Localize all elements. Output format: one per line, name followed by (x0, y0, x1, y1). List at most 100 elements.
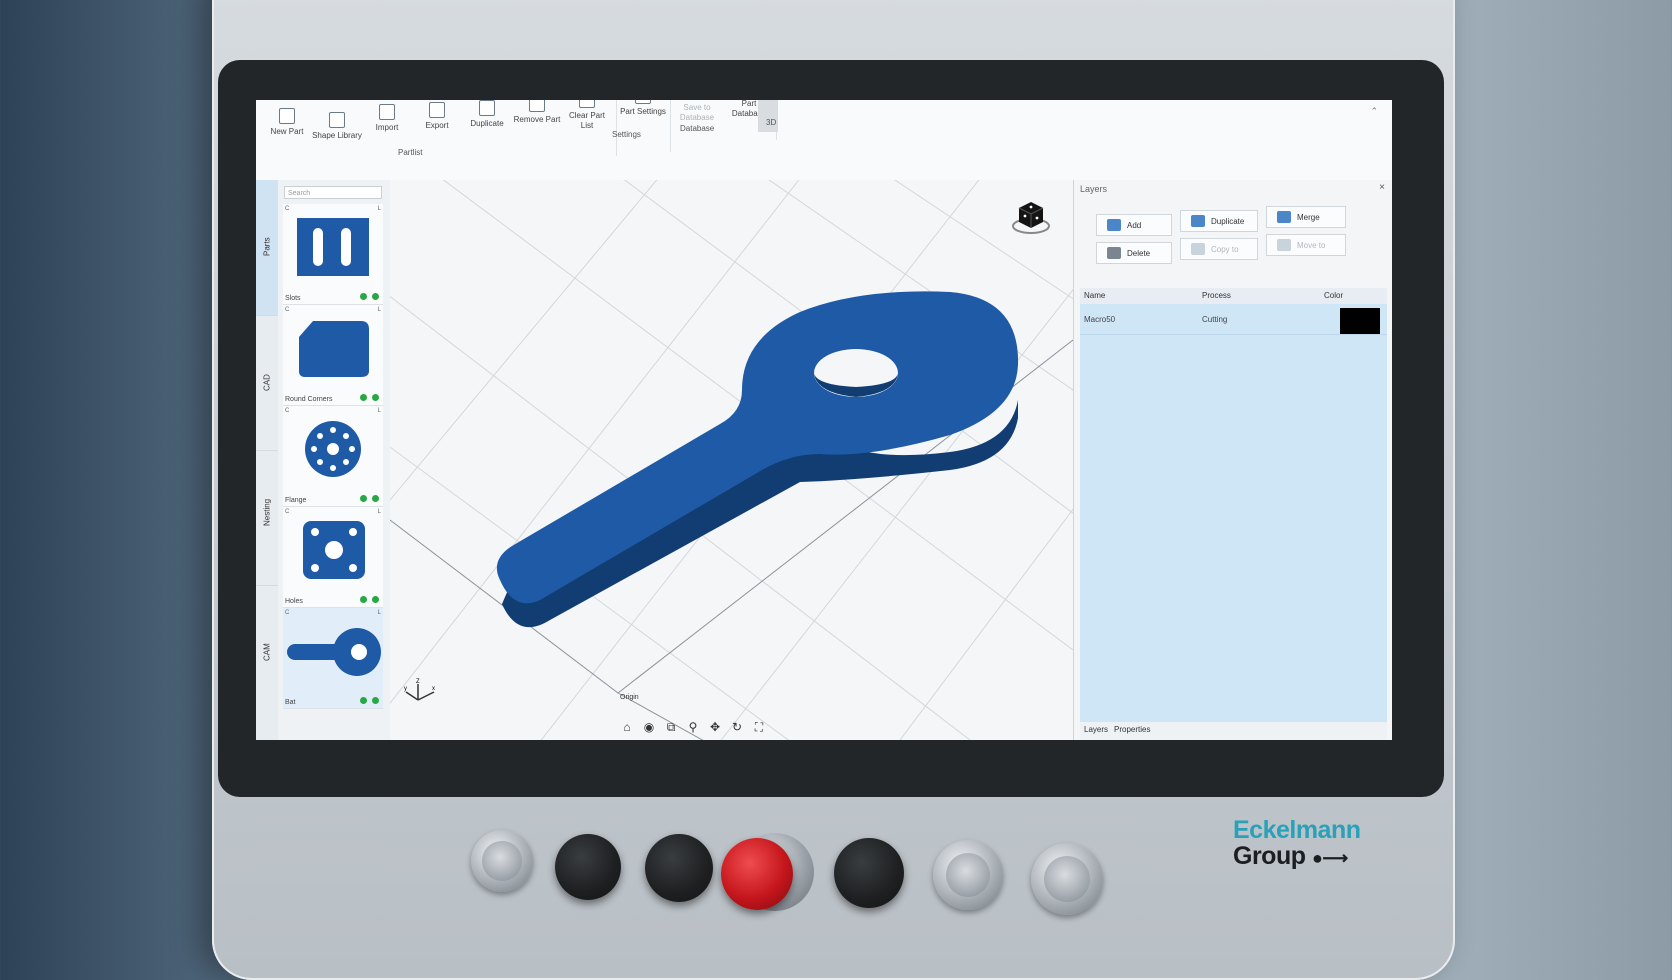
part-settings-icon (635, 100, 651, 104)
power-button[interactable] (933, 840, 1003, 910)
key-switch-button[interactable] (471, 830, 533, 892)
delete-layer-button[interactable]: Delete (1096, 242, 1172, 264)
parts-list-panel: Search C L Slots C L Round Corners C L F… (278, 180, 391, 740)
duplicate-layer-button[interactable]: Duplicate (1180, 210, 1258, 232)
group-label-database: Database (680, 124, 715, 133)
move-to-icon (1277, 239, 1291, 251)
import-icon (379, 104, 395, 120)
black-pushbutton-1[interactable] (555, 834, 621, 900)
rotate-icon[interactable]: ↻ (730, 720, 744, 734)
copy-to-button[interactable]: Copy to (1180, 238, 1258, 260)
tab-layers[interactable]: Layers (1084, 725, 1108, 734)
fit-icon[interactable]: ⛶ (752, 720, 766, 734)
part-card-round-corners[interactable]: C L Round Corners (283, 305, 383, 406)
part-settings-button[interactable]: Part Settings (618, 100, 668, 117)
layers-panel: Layers × Add Duplicate Merge Delete Copy… (1073, 180, 1392, 740)
view-toolbar: ⌂ ◉ ⧉ ⚲ ✥ ↻ ⛶ (620, 720, 766, 734)
merge-icon (1277, 211, 1291, 223)
layer-name-cell: Macro50 (1084, 315, 1116, 324)
part-card-holes[interactable]: C L Holes (283, 507, 383, 608)
export-icon (429, 102, 445, 118)
panel-tab-strip: Layers Properties (1080, 722, 1387, 740)
view-icon[interactable]: ◉ (642, 720, 656, 734)
3d-part-model (496, 291, 1019, 628)
parts-search-input[interactable]: Search (284, 186, 382, 199)
trash-icon (1107, 247, 1121, 259)
part-card-flange[interactable]: C L Flange (283, 406, 383, 507)
side-tab-strip: Parts CAD Nesting CAM (256, 180, 279, 740)
status-indicators (360, 394, 379, 401)
import-button[interactable]: Import (362, 104, 412, 133)
pan-icon[interactable]: ✥ (708, 720, 722, 734)
svg-text:x: x (432, 686, 435, 692)
add-icon (1107, 219, 1121, 231)
black-pushbutton-2[interactable] (645, 834, 713, 902)
part-card-slots[interactable]: C L Slots (283, 204, 383, 305)
collapse-ribbon-icon[interactable]: ⌃ (1370, 106, 1378, 117)
remove-part-button[interactable]: Remove Part (512, 100, 562, 125)
svg-text:Z: Z (416, 679, 420, 685)
slots-thumbnail (297, 218, 369, 276)
home-icon[interactable]: ⌂ (620, 720, 634, 734)
duplicate-part-button[interactable]: Duplicate (462, 100, 512, 129)
close-icon[interactable]: × (1379, 182, 1385, 193)
layers-panel-title: Layers (1080, 184, 1108, 194)
status-indicators (360, 495, 379, 502)
bat-thumbnail (287, 628, 381, 676)
brand-line-2: Group ●⟶ (1233, 842, 1348, 870)
ribbon-toolbar: New Part Shape Library Import Export Dup… (256, 100, 1392, 181)
layers-table: Name Process Color Macro50 Cutting (1080, 288, 1387, 738)
3d-view-button[interactable]: 3D (758, 100, 778, 132)
flange-thumbnail (305, 421, 361, 477)
zoom-window-icon[interactable]: ⧉ (664, 720, 678, 734)
3d-viewport[interactable]: Origin Z y x ⌂ ◉ ⧉ ⚲ ✥ ↻ ⛶ (390, 180, 1073, 740)
table-row[interactable]: Macro50 Cutting (1080, 304, 1387, 335)
clear-part-list-icon (579, 100, 595, 108)
brand-line-1: Eckelmann (1233, 816, 1361, 844)
layer-color-swatch[interactable] (1340, 308, 1380, 334)
part-card-bat[interactable]: C L Bat (283, 608, 383, 709)
axis-triad-icon: Z y x (404, 679, 435, 701)
tab-cam[interactable]: CAM (256, 585, 278, 720)
black-pushbutton-3[interactable] (834, 838, 904, 908)
group-label-partlist: Partlist (398, 148, 423, 157)
origin-label: Origin (620, 694, 639, 701)
clear-part-list-button[interactable]: Clear Part List (562, 100, 612, 131)
tab-parts[interactable]: Parts (256, 180, 278, 316)
add-layer-button[interactable]: Add (1096, 214, 1172, 236)
layers-table-header: Name Process Color (1080, 288, 1387, 304)
new-part-icon (279, 108, 295, 124)
duplicate-icon (1191, 215, 1205, 227)
shape-library-button[interactable]: Shape Library (312, 112, 362, 141)
layer-process-cell: Cutting (1202, 315, 1228, 324)
status-indicators (360, 697, 379, 704)
tab-nesting[interactable]: Nesting (256, 450, 278, 586)
new-part-button[interactable]: New Part (262, 108, 312, 137)
move-to-button[interactable]: Move to (1266, 234, 1346, 256)
tab-cad[interactable]: CAD (256, 315, 278, 451)
acknowledge-button[interactable] (1031, 843, 1103, 915)
eckelmann-logo: Eckelmann Group ●⟶ (1233, 817, 1361, 871)
arrow-icon: ●⟶ (1311, 848, 1348, 868)
status-indicators (360, 293, 379, 300)
save-to-database-button[interactable]: Save to Database (672, 100, 722, 123)
group-label-settings: Settings (612, 130, 641, 139)
remove-part-icon (529, 100, 545, 112)
round-corners-thumbnail (299, 321, 369, 377)
status-indicators (360, 596, 379, 603)
shape-library-icon (329, 112, 345, 128)
emergency-stop-button[interactable] (721, 838, 793, 910)
view-cube-icon[interactable] (1011, 196, 1051, 236)
group-label-3d: 3D (766, 118, 777, 127)
duplicate-icon (479, 100, 495, 116)
copy-to-icon (1191, 243, 1205, 255)
ribbon-separator (670, 100, 671, 152)
export-button[interactable]: Export (412, 102, 462, 131)
svg-text:y: y (404, 686, 407, 692)
ribbon-separator (616, 100, 617, 156)
application-window: New Part Shape Library Import Export Dup… (256, 100, 1392, 740)
merge-layer-button[interactable]: Merge (1266, 206, 1346, 228)
zoom-icon[interactable]: ⚲ (686, 720, 700, 734)
tab-properties[interactable]: Properties (1114, 725, 1150, 734)
holes-thumbnail (303, 521, 365, 579)
